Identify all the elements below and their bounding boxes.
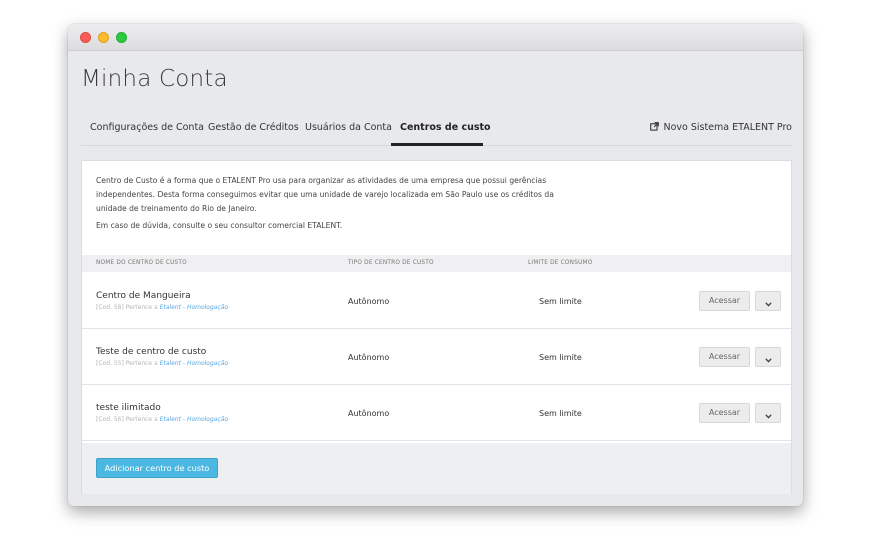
header-tipo: Tipo de centro de custo: [348, 260, 434, 266]
acessar-button[interactable]: Acessar: [699, 403, 750, 423]
cost-center-name: Centro de Mangueira: [96, 291, 191, 301]
title-bar: [68, 24, 803, 51]
cost-center-type: Autônomo: [348, 409, 390, 418]
tab-configuracoes[interactable]: Configurações de Conta: [90, 122, 204, 133]
active-tab-indicator: [391, 143, 483, 146]
chevron-down-icon: [764, 302, 772, 307]
tab-bar: Configurações de Conta Gestão de Crédito…: [81, 116, 792, 146]
acessar-button[interactable]: Acessar: [699, 291, 750, 311]
cost-center-type: Autônomo: [348, 297, 390, 306]
cost-center-limit: Sem limite: [539, 297, 582, 306]
cost-center-code: [Cod. 56] Pertence a: [96, 416, 158, 423]
panel-footer: Adicionar centro de custo: [82, 443, 791, 494]
app-window: Minha Conta Configurações de Conta Gestã…: [68, 24, 803, 506]
org-link[interactable]: Etalent - Homologação: [160, 304, 228, 311]
tab-centros-de-custo[interactable]: Centros de custo: [400, 122, 491, 133]
cost-center-limit: Sem limite: [539, 353, 582, 362]
table-row: Centro de Mangueira [Cod. 58] Pertence a…: [82, 273, 791, 329]
close-window-button[interactable]: [80, 32, 91, 43]
tab-usuarios[interactable]: Usuários da Conta: [305, 122, 392, 133]
zoom-window-button[interactable]: [116, 32, 127, 43]
cost-center-code: [Cod. 55] Pertence a: [96, 360, 158, 367]
cost-center-meta: [Cod. 56] Pertence a Etalent - Homologaç…: [96, 416, 228, 423]
help-text: Em caso de dúvida, consulte o seu consul…: [96, 221, 343, 230]
acessar-button[interactable]: Acessar: [699, 347, 750, 367]
row-options-button[interactable]: [755, 403, 781, 423]
header-nome: Nome do centro de custo: [96, 260, 187, 266]
cost-center-name: Teste de centro de custo: [96, 347, 207, 357]
novo-sistema-link[interactable]: Novo Sistema ETALENT Pro: [650, 122, 792, 133]
novo-sistema-label: Novo Sistema ETALENT Pro: [663, 122, 792, 133]
cost-center-type: Autônomo: [348, 353, 390, 362]
minimize-window-button[interactable]: [98, 32, 109, 43]
org-link[interactable]: Etalent - Homologação: [160, 416, 228, 423]
cost-center-name: teste ilimitado: [96, 403, 161, 413]
cost-centers-panel: Centro de Custo é a forma que o ETALENT …: [81, 160, 792, 494]
cost-center-meta: [Cod. 58] Pertence a Etalent - Homologaç…: [96, 304, 228, 311]
cost-center-meta: [Cod. 55] Pertence a Etalent - Homologaç…: [96, 360, 228, 367]
tab-gestao-creditos[interactable]: Gestão de Créditos: [208, 122, 299, 133]
page-title: Minha Conta: [81, 66, 228, 92]
cost-center-code: [Cod. 58] Pertence a: [96, 304, 158, 311]
table-row: Teste de centro de custo [Cod. 55] Perte…: [82, 329, 791, 385]
chevron-down-icon: [764, 414, 772, 419]
row-options-button[interactable]: [755, 347, 781, 367]
chevron-down-icon: [764, 358, 772, 363]
table-header: Nome do centro de custo Tipo de centro d…: [82, 255, 791, 272]
row-options-button[interactable]: [755, 291, 781, 311]
external-link-icon: [650, 122, 660, 131]
description-text: Centro de Custo é a forma que o ETALENT …: [96, 176, 554, 213]
org-link[interactable]: Etalent - Homologação: [160, 360, 228, 367]
add-cost-center-button[interactable]: Adicionar centro de custo: [96, 458, 218, 478]
header-limite: Limite de consumo: [528, 260, 593, 266]
cost-center-limit: Sem limite: [539, 409, 582, 418]
table-row: teste ilimitado [Cod. 56] Pertence a Eta…: [82, 385, 791, 441]
